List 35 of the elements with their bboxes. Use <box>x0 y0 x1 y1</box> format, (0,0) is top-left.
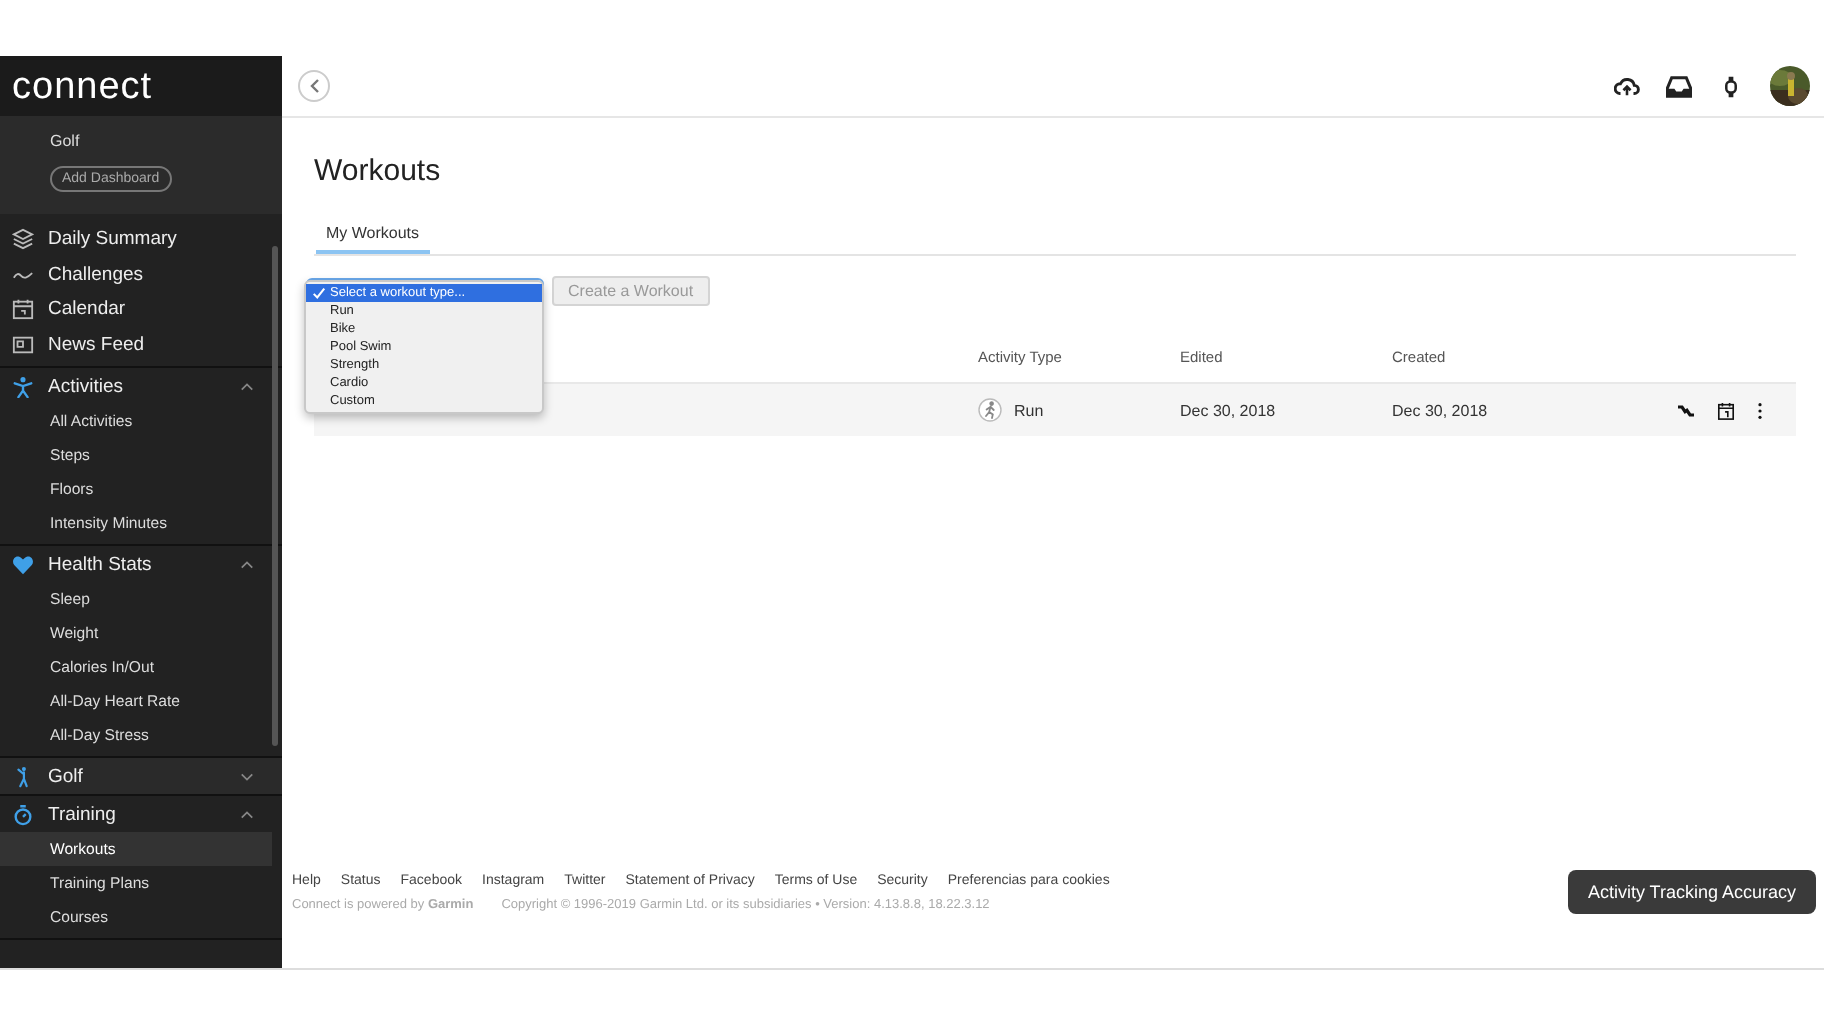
person-icon <box>12 375 34 397</box>
table-cell-text: Dec 30, 2018 <box>1180 401 1278 419</box>
section-header[interactable]: Health Stats <box>48 553 226 575</box>
newspaper-icon <box>12 333 34 356</box>
calendar-icon[interactable] <box>1716 401 1736 419</box>
dashboard-item[interactable]: Golf <box>50 132 80 150</box>
table-cell: Run <box>1014 401 1044 419</box>
inbox-icon[interactable] <box>1666 75 1692 97</box>
stopwatch-icon <box>12 803 34 825</box>
checkmark-icon <box>312 285 326 299</box>
heart-icon <box>12 553 34 575</box>
nav-item[interactable]: News Feed <box>48 333 145 356</box>
runner-icon <box>978 398 1002 422</box>
tab[interactable]: My Workouts <box>316 220 430 254</box>
nav-item[interactable]: Daily Summary <box>48 228 177 251</box>
back-button[interactable] <box>298 70 330 102</box>
section-header[interactable]: Training <box>48 803 226 825</box>
chevron-left-icon <box>308 78 320 94</box>
calendar-icon <box>12 298 34 321</box>
chevron-up-icon[interactable] <box>240 381 254 391</box>
cloud-upload-icon[interactable] <box>1614 75 1640 97</box>
link-icon[interactable] <box>1676 401 1696 419</box>
more-options-icon[interactable] <box>1756 401 1764 419</box>
golfer-icon <box>12 765 34 787</box>
table-cell-text: Dec 30, 2018 <box>1392 401 1490 419</box>
section-header[interactable]: Activities <box>48 375 226 397</box>
nav-item[interactable]: Calendar <box>48 298 126 321</box>
chevron-up-icon[interactable] <box>240 809 254 819</box>
scrollbar[interactable] <box>272 246 278 746</box>
chevron-down-icon[interactable] <box>240 771 254 781</box>
chevron-up-icon[interactable] <box>240 559 254 569</box>
layers-icon <box>12 228 34 251</box>
nav-item[interactable]: Challenges <box>48 263 144 286</box>
page-title: Workouts <box>314 154 443 188</box>
activity-tracking-accuracy-button[interactable]: Activity Tracking Accuracy <box>1567 870 1816 914</box>
